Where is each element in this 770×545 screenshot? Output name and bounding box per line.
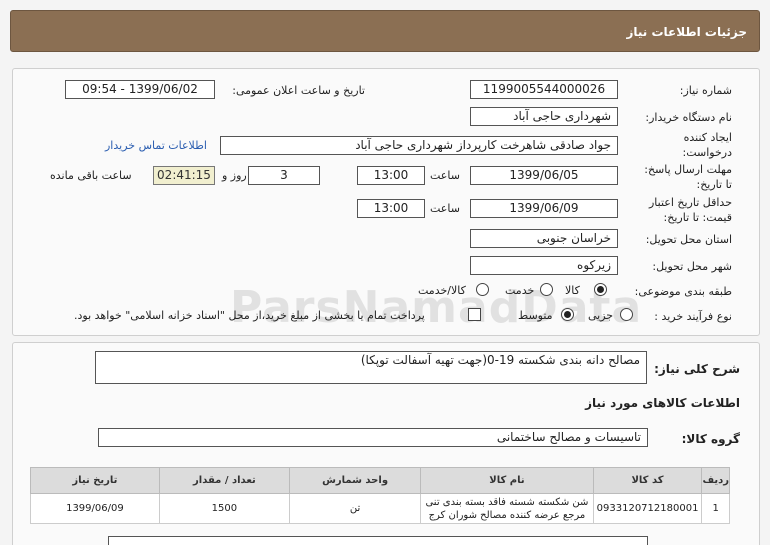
announce-date-field: 1399/06/02 - 09:54 [65, 80, 215, 99]
validity-date-field: 1399/06/09 [470, 199, 618, 218]
col-date-header: تاریخ نیاز [30, 467, 160, 494]
col-unit-header: واحد شمارش [288, 467, 422, 494]
category-option-service: خدمت [505, 284, 535, 297]
page-title: جزئیات اطلاعات نیاز [626, 25, 747, 39]
cell-index: 1 [701, 493, 730, 524]
process-radio-minor[interactable] [620, 308, 633, 321]
items-section-title: اطلاعات کالاهای مورد نیاز [585, 396, 740, 410]
remaining-time-field: 02:41:15 [153, 166, 215, 185]
cell-date: 1399/06/09 [30, 493, 160, 524]
page-header: جزئیات اطلاعات نیاز [10, 10, 760, 52]
category-option-goods: کالا [565, 284, 580, 297]
category-label: طبقه بندی موضوعی: [634, 285, 732, 298]
description-label: شرح کلی نیاز: [654, 362, 740, 376]
category-option-goods-service: کالا/خدمت [418, 284, 466, 297]
buyer-org-label: نام دستگاه خریدار: [645, 111, 732, 124]
deadline-label-line2: تا تاریخ: [696, 178, 732, 191]
cell-unit: تن [288, 493, 422, 524]
process-type-label: نوع فرآیند خرید : [654, 310, 732, 323]
province-label: استان محل تحویل: [645, 233, 732, 246]
table-row: 1 0933120712180001 شن شکسته شسته فاقد بس… [30, 493, 730, 524]
col-index-header: ردیف [701, 467, 730, 494]
process-radio-medium[interactable] [561, 308, 574, 321]
deadline-date-field: 1399/06/05 [470, 166, 618, 185]
validity-label-line1: حداقل تاریخ اعتبار [648, 196, 732, 209]
need-number-label: شماره نیاز: [679, 84, 732, 97]
cell-name: شن شکسته شسته فاقد بسته بندی تنی مرجع عر… [420, 493, 594, 524]
deadline-label-line1: مهلت ارسال پاسخ: [644, 163, 732, 176]
process-option-minor: جزیی [588, 309, 614, 322]
days-label: روز و [222, 169, 247, 182]
buyer-org-field: شهرداری حاجی آباد [470, 107, 618, 126]
process-option-medium: متوسط [518, 309, 553, 322]
city-label: شهر محل تحویل: [652, 260, 732, 273]
category-radio-goods[interactable] [594, 283, 607, 296]
cell-qty: 1500 [158, 493, 290, 524]
days-remaining-field: 3 [248, 166, 320, 185]
cell-code: 0933120712180001 [592, 493, 703, 524]
validity-time-field: 13:00 [357, 199, 425, 218]
buyer-contact-link[interactable]: اطلاعات تماس خریدار [105, 139, 207, 152]
items-table-header: ردیف کد کالا نام کالا واحد شمارش تعداد /… [30, 467, 730, 494]
description-field: مصالح دانه بندی شکسته 19-0(جهت تهیه آسفا… [95, 351, 647, 384]
next-field-partial [108, 536, 648, 545]
province-field: خراسان جنوبی [470, 229, 618, 248]
need-number-field: 1199005544000026 [470, 80, 618, 99]
creator-label-line2: درخواست: [682, 146, 732, 159]
category-radio-service[interactable] [540, 283, 553, 296]
deadline-time-field: 13:00 [357, 166, 425, 185]
city-field: زیرکوه [470, 256, 618, 275]
announce-date-label: تاریخ و ساعت اعلان عمومی: [232, 84, 365, 97]
creator-field: جواد صادقی شاهرخت کارپرداز شهرداری حاجی … [220, 136, 618, 155]
item-group-field: تاسیسات و مصالح ساختمانی [98, 428, 648, 447]
item-group-label: گروه کالا: [681, 432, 740, 446]
remaining-time-label: ساعت باقی مانده [50, 169, 132, 182]
col-code-header: کد کالا [592, 467, 703, 494]
treasury-payment-note: پرداخت تمام یا بخشی از مبلغ خرید،از محل … [74, 309, 425, 322]
deadline-time-label: ساعت [430, 169, 460, 182]
validity-label-line2: قیمت: تا تاریخ: [663, 211, 732, 224]
validity-time-label: ساعت [430, 202, 460, 215]
treasury-payment-checkbox[interactable] [468, 308, 481, 321]
col-qty-header: تعداد / مقدار [158, 467, 290, 494]
creator-label-line1: ایجاد کننده [683, 131, 732, 144]
col-name-header: نام کالا [420, 467, 594, 494]
items-table: ردیف کد کالا نام کالا واحد شمارش تعداد /… [30, 467, 730, 524]
category-radio-goods-service[interactable] [476, 283, 489, 296]
